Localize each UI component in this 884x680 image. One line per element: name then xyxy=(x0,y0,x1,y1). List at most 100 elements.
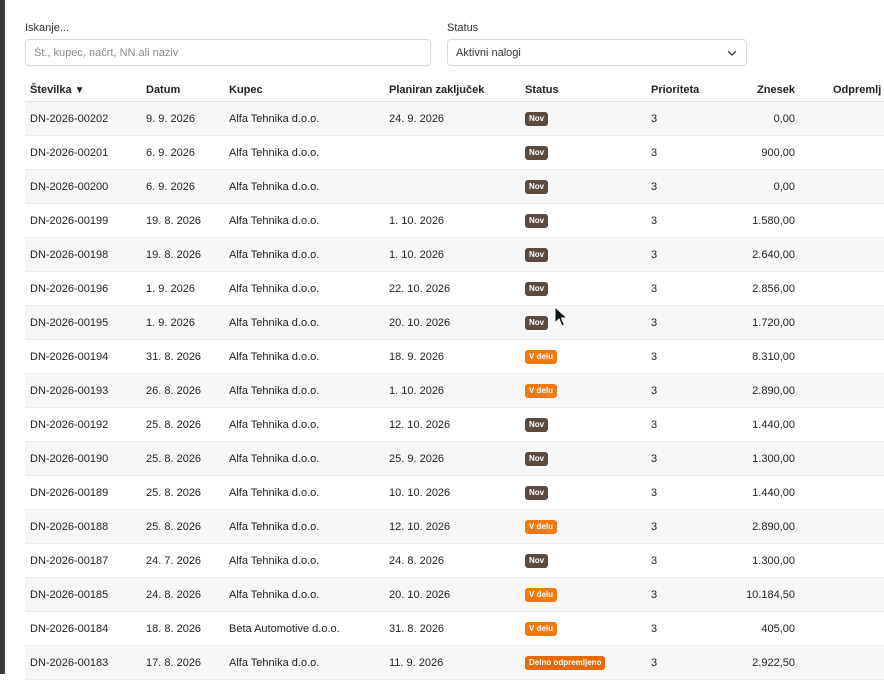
table-row[interactable]: DN-2026-00200 6. 9. 2026 Alfa Tehnika d.o.… xyxy=(25,170,884,204)
row-priority: 3 xyxy=(651,622,658,635)
status-badge: Nov xyxy=(525,145,549,160)
row-date: 9. 9. 2026 xyxy=(146,112,195,125)
header-priority[interactable]: Prioriteta xyxy=(651,79,699,101)
header-customer[interactable]: Kupec xyxy=(229,79,263,101)
table-row[interactable]: DN-2026-00198 19. 8. 2026 Alfa Tehnika d.o… xyxy=(25,238,884,272)
row-status: Nov xyxy=(525,408,549,441)
row-amount: 0,00 xyxy=(773,180,795,193)
table-row[interactable]: DN-2026-00199 19. 8. 2026 Alfa Tehnika d.o… xyxy=(25,204,884,238)
row-amount: 1.580,00 xyxy=(752,214,795,227)
row-date: 19. 8. 2026 xyxy=(146,248,202,261)
row-amount: 2.922,50 xyxy=(752,656,795,669)
row-priority: 3 xyxy=(651,316,658,329)
row-status: V delu xyxy=(525,340,558,373)
table-row[interactable]: DN-2026-00194 31. 8. 2026 Alfa Tehnika d.o… xyxy=(25,340,884,374)
row-amount: 1.300,00 xyxy=(752,452,795,465)
header-amount[interactable]: Znesek xyxy=(715,79,795,101)
table-row[interactable]: DN-2026-00193 26. 8. 2026 Alfa Tehnika d.o… xyxy=(25,374,884,408)
row-customer: Alfa Tehnika d.o.o. xyxy=(229,180,320,193)
row-number: DN-2026-00192 xyxy=(30,418,109,431)
row-customer: Alfa Tehnika d.o.o. xyxy=(229,282,320,295)
row-status: Nov xyxy=(525,306,549,339)
table-row[interactable]: DN-2026-00202 9. 9. 2026 Alfa Tehnika d.o.… xyxy=(25,102,884,136)
row-number: DN-2026-00201 xyxy=(30,146,109,159)
row-customer: Alfa Tehnika d.o.o. xyxy=(229,418,320,431)
row-date: 1. 9. 2026 xyxy=(146,282,195,295)
table-row[interactable]: DN-2026-00184 18. 8. 2026 Beta Automotive … xyxy=(25,612,884,646)
table-row[interactable]: DN-2026-00201 6. 9. 2026 Alfa Tehnika d.o.… xyxy=(25,136,884,170)
row-number: DN-2026-00193 xyxy=(30,384,109,397)
table-row[interactable]: DN-2026-00187 24. 7. 2026 Alfa Tehnika d.o… xyxy=(25,544,884,578)
row-amount: 405,00 xyxy=(761,622,795,635)
header-shipped[interactable]: Odpremlj xyxy=(833,79,881,101)
row-customer: Alfa Tehnika d.o.o. xyxy=(229,214,320,227)
row-number: DN-2026-00183 xyxy=(30,656,109,669)
row-status: Nov xyxy=(525,442,549,475)
row-status: V delu xyxy=(525,510,558,543)
row-priority: 3 xyxy=(651,282,658,295)
row-priority: 3 xyxy=(651,112,658,125)
table-row[interactable]: DN-2026-00183 17. 8. 2026 Alfa Tehnika d.o… xyxy=(25,646,884,680)
row-number: DN-2026-00188 xyxy=(30,520,109,533)
status-badge: V delu xyxy=(525,519,558,534)
status-label: Status xyxy=(447,22,479,34)
row-amount: 1.440,00 xyxy=(752,486,795,499)
status-badge: Nov xyxy=(525,315,549,330)
row-priority: 3 xyxy=(651,180,658,193)
row-planned: 22. 10. 2026 xyxy=(389,282,451,295)
header-date[interactable]: Datum xyxy=(146,79,180,101)
table-row[interactable]: DN-2026-00190 25. 8. 2026 Alfa Tehnika d.o… xyxy=(25,442,884,476)
status-badge: Nov xyxy=(525,247,549,262)
row-date: 1. 9. 2026 xyxy=(146,316,195,329)
row-customer: Alfa Tehnika d.o.o. xyxy=(229,486,320,499)
filter-bar: Iskanje... Status Aktivni nalogi xyxy=(25,22,884,72)
status-badge: Nov xyxy=(525,451,549,466)
table-row[interactable]: DN-2026-00192 25. 8. 2026 Alfa Tehnika d.o… xyxy=(25,408,884,442)
row-customer: Alfa Tehnika d.o.o. xyxy=(229,520,320,533)
row-amount: 2.640,00 xyxy=(752,248,795,261)
status-select[interactable]: Aktivni nalogi xyxy=(447,39,747,66)
table-row[interactable]: DN-2026-00195 1. 9. 2026 Alfa Tehnika d.o.… xyxy=(25,306,884,340)
table-row[interactable]: DN-2026-00185 24. 8. 2026 Alfa Tehnika d.o… xyxy=(25,578,884,612)
row-number: DN-2026-00199 xyxy=(30,214,109,227)
status-badge: Nov xyxy=(525,553,549,568)
row-priority: 3 xyxy=(651,452,658,465)
status-select-value: Aktivni nalogi xyxy=(456,46,521,59)
row-amount: 900,00 xyxy=(761,146,795,159)
row-status: Nov xyxy=(525,544,549,577)
row-date: 6. 9. 2026 xyxy=(146,180,195,193)
row-date: 26. 8. 2026 xyxy=(146,384,202,397)
row-number: DN-2026-00189 xyxy=(30,486,109,499)
row-priority: 3 xyxy=(651,384,658,397)
row-planned: 1. 10. 2026 xyxy=(389,214,445,227)
table-row[interactable]: DN-2026-00188 25. 8. 2026 Alfa Tehnika d.o… xyxy=(25,510,884,544)
row-priority: 3 xyxy=(651,418,658,431)
row-priority: 3 xyxy=(651,146,658,159)
header-number-label: Številka xyxy=(30,84,72,96)
header-planned[interactable]: Planiran zaključek xyxy=(389,79,484,101)
row-planned: 10. 10. 2026 xyxy=(389,486,451,499)
row-priority: 3 xyxy=(651,656,658,669)
table-row[interactable]: DN-2026-00196 1. 9. 2026 Alfa Tehnika d.o.… xyxy=(25,272,884,306)
row-number: DN-2026-00194 xyxy=(30,350,109,363)
header-number[interactable]: Številka ▼ xyxy=(30,79,85,101)
row-status: Nov xyxy=(525,476,549,509)
status-filter: Status Aktivni nalogi xyxy=(447,22,747,66)
row-status: V delu xyxy=(525,374,558,407)
row-customer: Alfa Tehnika d.o.o. xyxy=(229,452,320,465)
status-badge: V delu xyxy=(525,621,558,636)
status-badge: Nov xyxy=(525,111,549,126)
row-amount: 2.890,00 xyxy=(752,384,795,397)
row-customer: Alfa Tehnika d.o.o. xyxy=(229,112,320,125)
row-amount: 10.184,50 xyxy=(746,588,795,601)
row-amount: 1.300,00 xyxy=(752,554,795,567)
status-badge: V delu xyxy=(525,349,558,364)
row-customer: Alfa Tehnika d.o.o. xyxy=(229,384,320,397)
row-amount: 1.440,00 xyxy=(752,418,795,431)
row-number: DN-2026-00200 xyxy=(30,180,109,193)
table-row[interactable]: DN-2026-00189 25. 8. 2026 Alfa Tehnika d.o… xyxy=(25,476,884,510)
header-status[interactable]: Status xyxy=(525,79,559,101)
row-planned: 25. 9. 2026 xyxy=(389,452,445,465)
search-input[interactable] xyxy=(25,39,431,66)
row-customer: Alfa Tehnika d.o.o. xyxy=(229,350,320,363)
